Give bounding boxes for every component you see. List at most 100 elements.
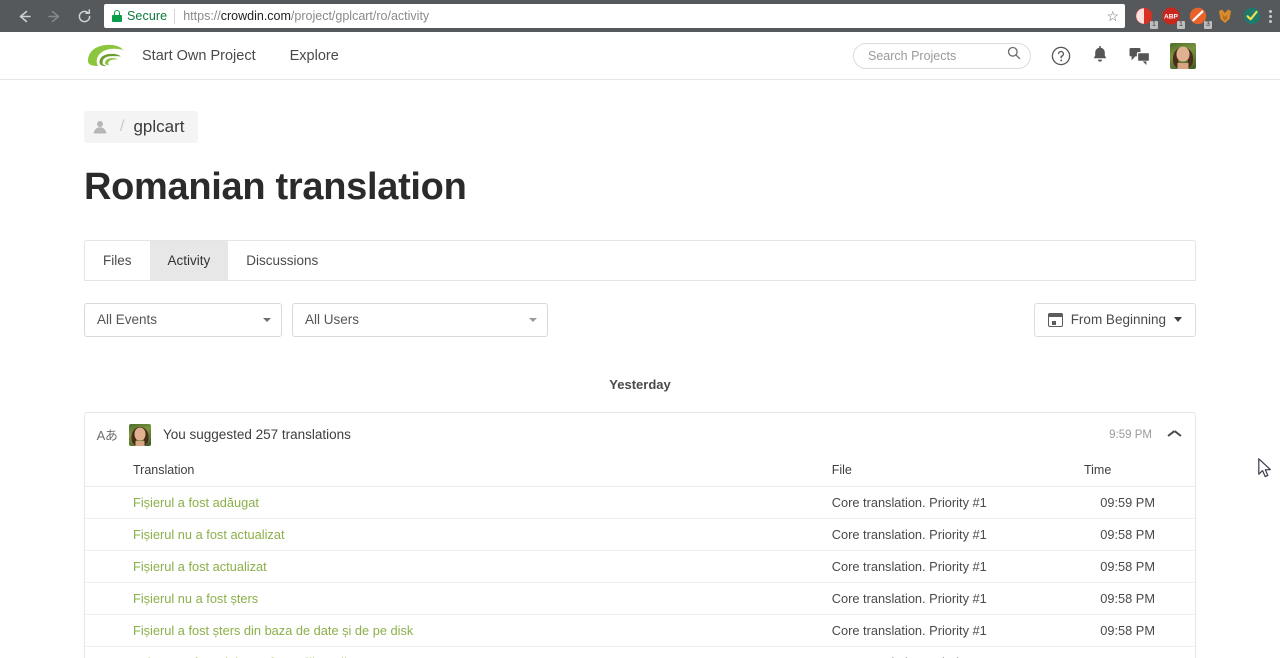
day-separator: Yesterday [609, 376, 671, 392]
search-input[interactable] [866, 47, 1007, 64]
users-filter-select[interactable]: All Users [292, 302, 548, 337]
back-button[interactable] [10, 2, 38, 30]
breadcrumb-separator: / [120, 118, 125, 135]
activity-time: 9:59 PM [1109, 428, 1152, 441]
bookmark-star-icon[interactable]: ☆ [1098, 9, 1119, 23]
fox-extension-icon[interactable] [1216, 7, 1234, 25]
row-time: 09:58 PM [1083, 518, 1195, 551]
extension-badge: 1 [1177, 21, 1185, 29]
row-time: 09:57 PM [1083, 646, 1195, 658]
nav-start-own-project[interactable]: Start Own Project [142, 48, 256, 64]
crowdin-logo-icon[interactable] [84, 41, 124, 71]
chevron-down-icon [529, 317, 537, 322]
date-range-label: From Beginning [1070, 312, 1166, 328]
row-file: Core translation. Priority #1 [831, 646, 1084, 658]
omnibox-divider [174, 8, 176, 24]
translation-type-icon: Aあ [96, 428, 118, 444]
row-file: Core translation. Priority #1 [831, 518, 1084, 551]
column-header-time: Time [1083, 456, 1195, 487]
search-icon[interactable] [1007, 46, 1021, 65]
table-header-row: Translation File Time [85, 456, 1195, 487]
tab-activity[interactable]: Activity [149, 240, 229, 280]
forward-button[interactable] [40, 2, 68, 30]
help-circle-icon[interactable] [1051, 46, 1071, 66]
page-title: Romanian translation [84, 166, 467, 208]
date-range-button[interactable]: From Beginning [1033, 302, 1196, 337]
events-filter-value: All Events [97, 312, 158, 328]
tab-discussions[interactable]: Discussions [228, 241, 336, 280]
table-row: Fișierul nu a fost actualizat Core trans… [85, 518, 1195, 551]
row-file: Core translation. Priority #1 [831, 614, 1084, 647]
main-navigation: Start Own Project Explore [142, 48, 339, 64]
user-avatar[interactable] [1170, 42, 1196, 69]
orange-slash-extension-icon[interactable]: 3 [1189, 7, 1212, 29]
breadcrumb: / gplcart [84, 111, 199, 143]
activity-table-body: Fișierul a fost adăugat Core translation… [85, 486, 1195, 658]
bell-icon[interactable] [1091, 46, 1109, 65]
url-scheme: https:// [183, 9, 221, 23]
translation-link[interactable]: Fișierul a fost actualizat [133, 559, 267, 574]
extension-toolbar: 1 ABP 1 3 [1131, 7, 1267, 29]
stop-hand-extension-icon[interactable]: 1 [1135, 7, 1158, 29]
table-row: Fișierul a fost adăugat Core translation… [85, 486, 1195, 519]
events-filter-select[interactable]: All Events [84, 302, 282, 337]
row-time: 09:59 PM [1083, 486, 1195, 519]
address-bar[interactable]: Secure https://crowdin.com/project/gplca… [104, 4, 1125, 28]
column-header-file: File [831, 456, 1084, 487]
row-time: 09:58 PM [1083, 550, 1195, 583]
url-domain: crowdin.com [220, 9, 291, 23]
tabs-bar: Files Activity Discussions [84, 239, 1196, 281]
translation-link[interactable]: Fișierul nu a fost actualizat [133, 527, 285, 542]
activity-table: Translation File Time Fișierul a fost ad… [85, 456, 1195, 658]
adblock-plus-icon[interactable]: ABP 1 [1162, 7, 1185, 29]
activity-summary: You suggested 257 translations [163, 427, 351, 443]
url-path: /project/gplcart/ro/activity [290, 9, 430, 23]
row-time: 09:58 PM [1083, 582, 1195, 615]
tab-files[interactable]: Files [85, 241, 150, 280]
filters-row: All Events All Users From Beginning [84, 302, 1196, 337]
calendar-icon [1047, 312, 1063, 328]
chat-bubbles-icon[interactable] [1129, 47, 1150, 65]
chevron-down-icon [1174, 317, 1182, 323]
header-right-cluster [853, 42, 1196, 69]
translation-link[interactable]: Fișierul a fost șters din baza de date ș… [133, 623, 413, 638]
breadcrumb-project[interactable]: gplcart [133, 117, 184, 137]
row-time: 09:58 PM [1083, 614, 1195, 647]
mouse-cursor [1258, 458, 1271, 478]
chevron-down-icon [263, 317, 271, 322]
browser-chrome: Secure https://crowdin.com/project/gplca… [0, 0, 1280, 32]
table-row: Fișierul a fost actualizat Core translat… [85, 550, 1195, 583]
translation-link[interactable]: Fișierul a fost adăugat [133, 495, 259, 510]
activity-user-avatar [129, 423, 151, 446]
reload-button[interactable] [70, 2, 98, 30]
reload-icon [78, 8, 90, 22]
person-icon [84, 111, 116, 143]
activity-header[interactable]: Aあ You suggested 257 translations 9:59 P… [85, 413, 1195, 457]
extension-badge: 1 [1150, 21, 1158, 29]
svg-text:ABP: ABP [1164, 14, 1179, 21]
browser-menu-button[interactable] [1267, 9, 1274, 23]
row-file: Core translation. Priority #1 [831, 582, 1084, 615]
url-text: https://crowdin.com/project/gplcart/ro/a… [183, 9, 429, 23]
lock-icon [112, 10, 122, 22]
row-file: Core translation. Priority #1 [831, 486, 1084, 519]
back-arrow-icon [19, 10, 31, 22]
teal-check-extension-icon[interactable] [1243, 7, 1261, 25]
forward-arrow-icon [47, 10, 59, 22]
table-row: Valoarea câmpului nu a fost adăugată Cor… [85, 646, 1195, 658]
column-header-translation: Translation [85, 456, 832, 487]
browser-nav-buttons [6, 2, 98, 30]
extension-badge: 3 [1204, 21, 1212, 29]
users-filter-value: All Users [305, 312, 360, 328]
page-content: / gplcart Romanian translation Files Act… [0, 80, 1280, 658]
table-row: Fișierul nu a fost șters Core translatio… [85, 582, 1195, 615]
table-row: Fișierul a fost șters din baza de date ș… [85, 614, 1195, 647]
nav-explore[interactable]: Explore [290, 48, 339, 64]
row-file: Core translation. Priority #1 [831, 550, 1084, 583]
chevron-up-icon[interactable] [1168, 431, 1181, 439]
security-label: Secure [127, 9, 168, 23]
translation-link[interactable]: Fișierul nu a fost șters [133, 591, 258, 606]
activity-card: Aあ You suggested 257 translations 9:59 P… [84, 411, 1196, 658]
site-header: Start Own Project Explore [0, 32, 1280, 80]
search-projects-box[interactable] [853, 42, 1031, 69]
